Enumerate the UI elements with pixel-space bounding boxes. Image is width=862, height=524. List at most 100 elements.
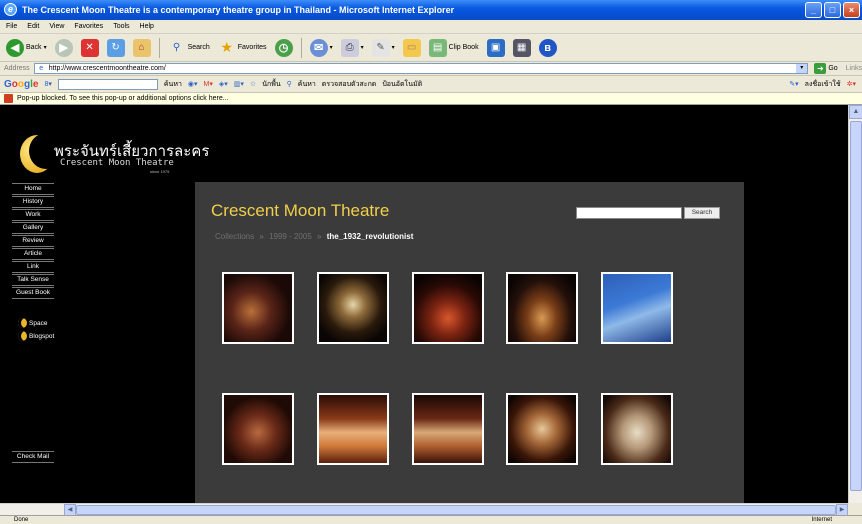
- horizontal-scrollbar[interactable]: ◀ ▶: [0, 503, 848, 516]
- messenger-button[interactable]: ▦: [511, 37, 533, 59]
- gallery-thumbnail[interactable]: [506, 393, 578, 465]
- window-button[interactable]: ▣: [485, 37, 507, 59]
- popup-blocked-bar[interactable]: Pop-up blocked. To see this pop-up or ad…: [0, 93, 862, 105]
- close-button[interactable]: ×: [843, 2, 860, 18]
- folder-button[interactable]: ▭: [401, 37, 423, 59]
- address-input[interactable]: e http://www.crescentmoontheatre.com/ ▾: [33, 63, 809, 74]
- breadcrumb-period[interactable]: 1999 - 2005: [269, 232, 312, 241]
- crescent-moon-icon: [18, 318, 27, 328]
- menu-edit[interactable]: Edit: [27, 23, 39, 30]
- google-wrench-icon[interactable]: ✲▾: [847, 80, 862, 88]
- google-bookmark-icon[interactable]: ☆: [250, 80, 256, 88]
- gallery-thumbnail[interactable]: [506, 272, 578, 344]
- google-find[interactable]: ค้นหา: [298, 79, 316, 90]
- favorites-label: Favorites: [237, 44, 267, 51]
- gallery-thumbnail[interactable]: [601, 393, 673, 465]
- vertical-scrollbar[interactable]: ▲: [848, 105, 862, 503]
- stop-button[interactable]: ✕: [79, 37, 101, 59]
- gallery-thumbnail[interactable]: [222, 393, 294, 465]
- chevron-down-icon: ▾: [329, 45, 333, 51]
- menu-file[interactable]: File: [6, 23, 17, 30]
- clipbook-button[interactable]: ▤ Clip Book: [427, 37, 481, 59]
- status-zone: Internet: [811, 517, 832, 523]
- blogspot-link[interactable]: Blogspot: [18, 331, 56, 341]
- left-navigation: Home History Work Gallery Review Article…: [12, 183, 56, 341]
- search-button[interactable]: ⚲ Search: [166, 37, 212, 59]
- gmail-icon[interactable]: M▾: [204, 80, 213, 88]
- search-label: Search: [187, 44, 210, 51]
- print-button[interactable]: ⎙ ▾: [339, 37, 366, 59]
- forward-button[interactable]: ▶: [53, 37, 75, 59]
- google-search-input[interactable]: [57, 78, 158, 90]
- home-button[interactable]: ⌂: [131, 37, 153, 59]
- google-web-icon[interactable]: ◉▾: [188, 80, 198, 88]
- favorites-button[interactable]: ★ Favorites: [216, 37, 269, 59]
- links-label[interactable]: Links: [846, 65, 862, 72]
- nav-article[interactable]: Article: [12, 248, 54, 260]
- gallery-thumbnail[interactable]: [412, 393, 484, 465]
- nav-home[interactable]: Home: [12, 183, 54, 195]
- google-spellcheck[interactable]: ตรวจสอบตัวสะกด: [322, 79, 377, 90]
- minimize-button[interactable]: _: [805, 2, 822, 18]
- photo: [224, 395, 292, 463]
- nav-link[interactable]: Link: [12, 261, 54, 273]
- gallery-thumbnail[interactable]: [222, 272, 294, 344]
- menu-tools[interactable]: Tools: [113, 23, 129, 30]
- nav-guest-book[interactable]: Guest Book: [12, 287, 54, 299]
- google-popups[interactable]: นักพื้น: [262, 79, 280, 90]
- history-button[interactable]: ◷: [273, 37, 295, 59]
- google-logo[interactable]: Google: [4, 79, 38, 90]
- site-search-button[interactable]: Search: [684, 207, 720, 219]
- space-label: Space: [29, 319, 48, 327]
- breadcrumb-collections[interactable]: Collections: [215, 232, 254, 241]
- google-options-icon[interactable]: 8▾: [44, 80, 51, 88]
- window-title-bar: e The Crescent Moon Theatre is a contemp…: [0, 0, 862, 20]
- edit-button[interactable]: ✎ ▾: [370, 37, 397, 59]
- nav-review[interactable]: Review: [12, 235, 54, 247]
- google-search-button[interactable]: ค้นหา: [164, 79, 182, 90]
- google-signin[interactable]: ลงชื่อเข้าใช้: [805, 79, 841, 90]
- address-url: http://www.crescentmoontheatre.com/: [48, 65, 166, 72]
- print-icon: ⎙: [340, 38, 359, 57]
- gallery-thumbnail[interactable]: [601, 272, 673, 344]
- window-title: The Crescent Moon Theatre is a contempor…: [22, 5, 455, 15]
- site-search-input[interactable]: [576, 207, 682, 219]
- chevron-down-icon[interactable]: ▾: [796, 64, 808, 73]
- folder-icon: ▭: [402, 38, 421, 57]
- site-logo[interactable]: พระจันทร์เสี้ยวการละคร Crescent Moon The…: [20, 133, 209, 181]
- menu-view[interactable]: View: [49, 23, 64, 30]
- maximize-button[interactable]: □: [824, 2, 841, 18]
- horizontal-scroll-thumb[interactable]: [76, 505, 836, 515]
- gallery-thumbnail[interactable]: [317, 393, 389, 465]
- check-mail-link[interactable]: Check Mail: [12, 451, 54, 463]
- address-label: Address: [4, 65, 30, 72]
- google-settings-icon[interactable]: ✎▾: [789, 80, 798, 88]
- go-button[interactable]: ➜ Go: [814, 63, 838, 74]
- scroll-up-icon[interactable]: ▲: [849, 105, 862, 119]
- back-button[interactable]: ◀ Back ▾: [4, 37, 49, 59]
- menu-help[interactable]: Help: [140, 23, 154, 30]
- mail-button[interactable]: ✉ ▾: [308, 37, 335, 59]
- menu-favorites[interactable]: Favorites: [74, 23, 103, 30]
- space-link[interactable]: Space: [18, 318, 56, 328]
- chevron-down-icon: ▾: [360, 45, 364, 51]
- bluetooth-button[interactable]: ʙ: [537, 37, 559, 59]
- toolbar-separator: [300, 37, 302, 58]
- google-pagerank-icon[interactable]: ▥▾: [234, 80, 244, 88]
- gallery-thumbnail[interactable]: [317, 272, 389, 344]
- nav-history[interactable]: History: [12, 196, 54, 208]
- nav-work[interactable]: Work: [12, 209, 54, 221]
- photo: [224, 274, 292, 342]
- refresh-button[interactable]: ↻: [105, 37, 127, 59]
- nav-gallery[interactable]: Gallery: [12, 222, 54, 234]
- google-autofill[interactable]: ป้อนอัตโนมัติ: [382, 79, 422, 90]
- google-search-icon: ⚲: [286, 81, 292, 88]
- gallery-panel: Crescent Moon Theatre Search Collections…: [195, 182, 744, 503]
- go-label: Go: [828, 65, 838, 72]
- nav-talk-sense[interactable]: Talk Sense: [12, 274, 54, 286]
- gallery-thumbnail[interactable]: [412, 272, 484, 344]
- site-title[interactable]: Crescent Moon Theatre: [211, 201, 389, 221]
- breadcrumb-separator: »: [259, 232, 264, 241]
- vertical-scroll-thumb[interactable]: [850, 121, 862, 491]
- google-sidebar-icon[interactable]: ◈▾: [219, 80, 228, 88]
